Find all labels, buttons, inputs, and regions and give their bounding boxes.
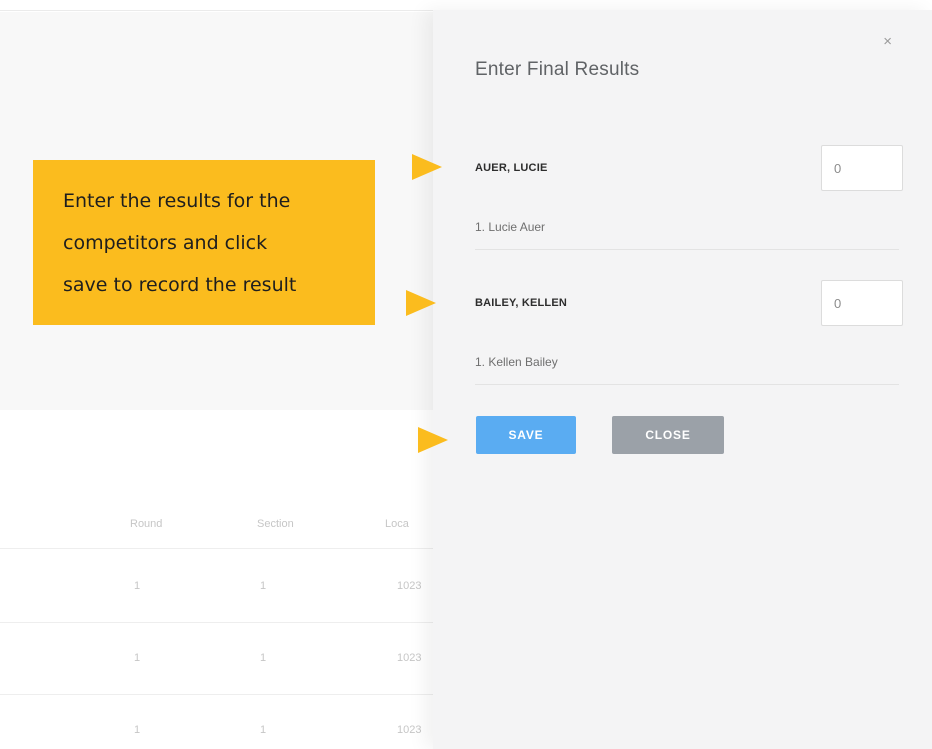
table-cell: 1 — [134, 652, 141, 664]
table-cell: 1 — [260, 652, 267, 664]
table-header-round: Round — [130, 518, 163, 530]
dialog-title: Enter Final Results — [475, 59, 640, 80]
enter-final-results-dialog: × Enter Final Results AUER, LUCIE 1. Luc… — [433, 10, 932, 749]
competitor-member: 1. Lucie Auer — [475, 220, 546, 234]
entry-divider — [475, 384, 899, 385]
instruction-callout: Enter the results for the competitors an… — [33, 160, 375, 325]
table-row-divider — [0, 548, 440, 549]
callout-line: save to record the result — [63, 274, 297, 296]
result-input[interactable] — [821, 280, 903, 326]
close-button[interactable]: CLOSE — [612, 416, 724, 454]
background-results-table: Round Section Loca 1 1 1023 1 1 1023 1 1… — [0, 500, 440, 749]
table-cell: 1023 — [397, 580, 422, 592]
entry-divider — [475, 249, 899, 250]
callout-line: Enter the results for the — [63, 190, 291, 212]
table-cell: 1 — [134, 580, 141, 592]
table-header-location: Loca — [385, 518, 409, 530]
table-row-divider — [0, 694, 440, 695]
close-icon[interactable]: × — [883, 34, 892, 50]
save-button[interactable]: SAVE — [476, 416, 576, 454]
callout-line: competitors and click — [63, 232, 268, 254]
pointer-arrow-icon — [406, 290, 436, 316]
table-cell: 1023 — [397, 724, 422, 736]
competitor-name: AUER, LUCIE — [475, 162, 548, 174]
table-cell: 1 — [260, 580, 267, 592]
pointer-arrow-icon — [418, 427, 448, 453]
pointer-arrow-icon — [412, 154, 442, 180]
table-cell: 1 — [260, 724, 267, 736]
table-cell: 1 — [134, 724, 141, 736]
result-input[interactable] — [821, 145, 903, 191]
table-cell: 1023 — [397, 652, 422, 664]
competitor-member: 1. Kellen Bailey — [475, 355, 558, 369]
table-header-section: Section — [257, 518, 294, 530]
competitor-name: BAILEY, KELLEN — [475, 297, 568, 309]
table-row-divider — [0, 622, 440, 623]
